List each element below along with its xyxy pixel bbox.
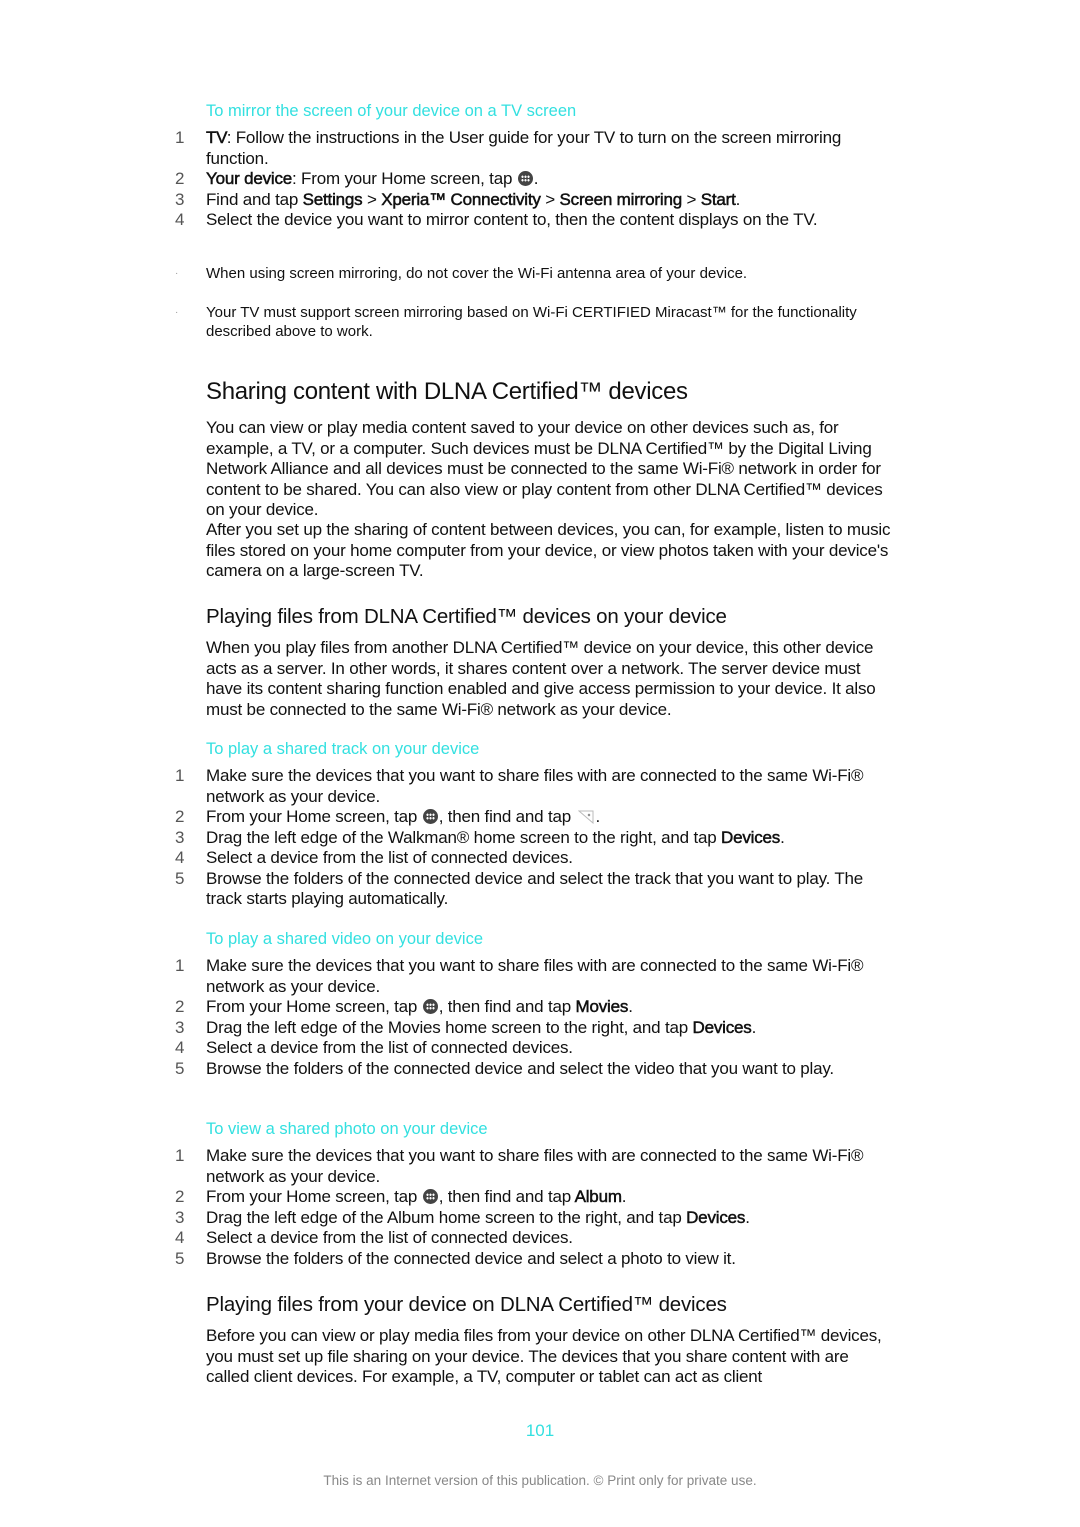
step: 4 Select the device you want to mirror co… [175, 210, 818, 229]
step: 4 Select a device from the list of connec… [175, 848, 573, 867]
step: 2 Your device: From your Home screen, tap… [175, 169, 539, 189]
photo-procedure-heading: To view a shared photo on your device [206, 1120, 488, 1138]
note-marker-icon: · [175, 307, 179, 318]
subsection-title: Playing files from your device on DLNA C… [206, 1293, 727, 1316]
step: 5 Browse the folders of the connected dev… [175, 1248, 736, 1268]
video-steps: 1 Make sure the devices that you want to … [175, 956, 875, 1079]
video-procedure-heading: To play a shared video on your device [206, 930, 484, 948]
apps-icon [422, 1189, 438, 1204]
step: 3 Drag the left edge of the Walkman® home… [175, 827, 785, 847]
step: 5 Browse the folders of the connected dev… [175, 868, 864, 909]
step: 4 Select a device from the list of connec… [175, 1038, 573, 1057]
section-paragraph: You can view or play media content saved… [206, 418, 883, 519]
step: 3 Drag the left edge of the Movies home s… [175, 1017, 757, 1037]
step: 4 Select a device from the list of connec… [175, 1228, 573, 1247]
mirror-steps: 1 TV: Follow the instructions in the User… [175, 128, 875, 231]
apps-icon [517, 171, 533, 186]
apps-icon [422, 809, 438, 824]
step: 1 Make sure the devices that you want to … [175, 766, 864, 806]
section-paragraph: After you set up the sharing of content … [206, 520, 891, 580]
step: 1 Make sure the devices that you want to … [175, 1146, 864, 1186]
apps-icon [422, 999, 438, 1014]
step: 1 TV: Follow the instructions in the User… [175, 128, 842, 168]
photo-steps: 1 Make sure the devices that you want to … [175, 1146, 875, 1269]
note: · When using screen mirroring, do not cov… [175, 265, 748, 282]
track-procedure-heading: To play a shared track on your device [206, 740, 480, 758]
step: 3 Drag the left edge of the Album home sc… [175, 1207, 750, 1227]
step: 2 From your Home screen, tap , then find … [175, 1187, 627, 1207]
step: 2 From your Home screen, tap , then find … [175, 807, 601, 826]
step: 1 Make sure the devices that you want to … [175, 956, 864, 996]
subsection-paragraph: When you play files from another DLNA Ce… [206, 638, 876, 719]
step: 5 Browse the folders of the connected dev… [175, 1058, 834, 1078]
track-steps: 1 Make sure the devices that you want to … [175, 766, 875, 910]
subsection-paragraph: Before you can view or play media files … [206, 1326, 882, 1386]
section-title: Sharing content with DLNA Certified™ dev… [206, 378, 688, 405]
mirror-procedure-heading: To mirror the screen of your device on a… [206, 102, 577, 120]
page-number: 101 [525, 1421, 555, 1440]
step: 3 Find and tap Settings > Xperia™ Connect… [175, 189, 741, 209]
note-marker-icon: · [175, 268, 179, 279]
subsection-title: Playing files from DLNA Certified™ devic… [206, 605, 727, 628]
step: 2 From your Home screen, tap , then find … [175, 997, 633, 1017]
footer-notice: This is an Internet version of this publ… [323, 1473, 757, 1488]
walkman-icon [577, 810, 594, 824]
note: · Your TV must support screen mirroring b… [175, 304, 857, 340]
